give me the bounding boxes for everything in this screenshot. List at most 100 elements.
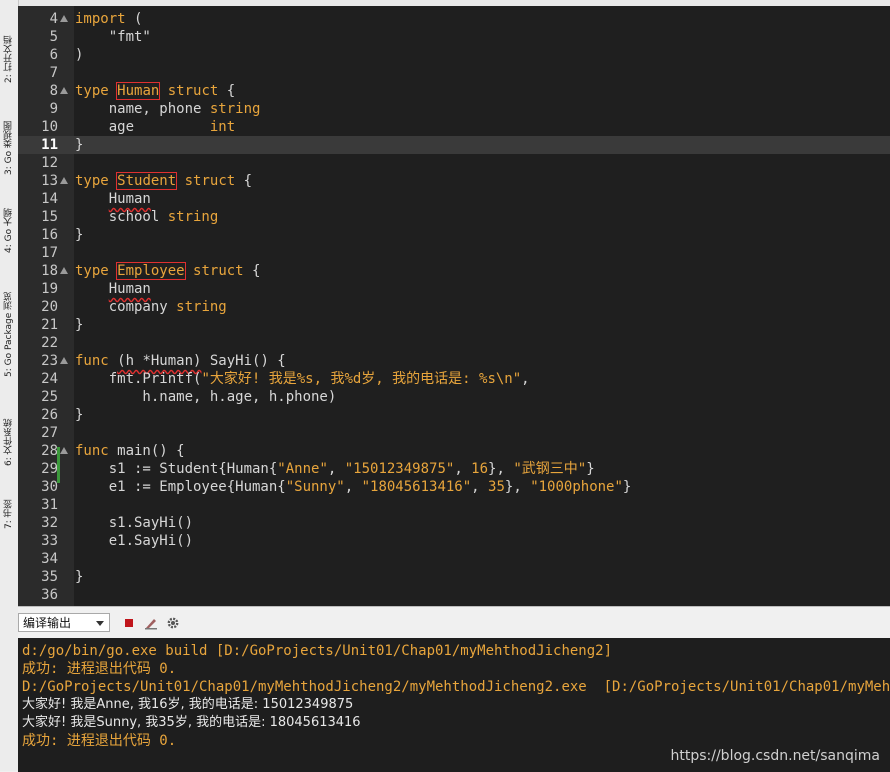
line-number: 31 bbox=[41, 497, 58, 513]
code-line[interactable]: 12 bbox=[18, 154, 890, 172]
code-text: } bbox=[75, 317, 84, 333]
line-number: 19 bbox=[41, 281, 58, 297]
code-line[interactable]: 33 e1.SayHi() bbox=[18, 532, 890, 550]
code-text: h.name, h.age, h.phone) bbox=[75, 389, 337, 405]
line-number: 20 bbox=[41, 299, 58, 315]
console-output[interactable]: https://blog.csdn.net/sanqima d:/go/bin/… bbox=[18, 638, 890, 772]
code-text: type Employee struct { bbox=[75, 262, 261, 280]
code-text: fmt.Printf("大家好! 我是%s, 我%d岁, 我的电话是: %s\n… bbox=[75, 371, 530, 387]
line-number: 14 bbox=[41, 191, 58, 207]
fold-toggle-icon[interactable] bbox=[60, 357, 68, 364]
code-line[interactable]: 20 company string bbox=[18, 298, 890, 316]
line-number: 5 bbox=[49, 29, 58, 45]
line-number: 8 bbox=[49, 83, 58, 99]
code-line[interactable]: 4 import ( bbox=[18, 10, 890, 28]
code-line[interactable]: 18 type Employee struct { bbox=[18, 262, 890, 280]
line-number: 30 bbox=[41, 479, 58, 495]
code-line[interactable]: 13 type Student struct { bbox=[18, 172, 890, 190]
code-line[interactable]: 9 name, phone string bbox=[18, 100, 890, 118]
line-number: 33 bbox=[41, 533, 58, 549]
console-line: 大家好! 我是Anne, 我16岁, 我的电话是: 15012349875 bbox=[22, 697, 354, 712]
code-line[interactable]: 27 bbox=[18, 424, 890, 442]
line-number: 34 bbox=[41, 551, 58, 567]
code-text: name, phone string bbox=[75, 101, 261, 117]
fold-toggle-icon[interactable] bbox=[60, 267, 68, 274]
tab-bookmarks[interactable]: 7: 书签 bbox=[1, 490, 17, 538]
code-line[interactable]: 10 age int bbox=[18, 118, 890, 136]
code-text: age int bbox=[75, 119, 236, 135]
fold-toggle-icon[interactable] bbox=[60, 177, 68, 184]
code-line[interactable]: 22 bbox=[18, 334, 890, 352]
code-line[interactable]: 24 fmt.Printf("大家好! 我是%s, 我%d岁, 我的电话是: %… bbox=[18, 370, 890, 388]
fold-toggle-icon[interactable] bbox=[60, 447, 68, 454]
code-line[interactable]: 31 bbox=[18, 496, 890, 514]
gear-icon[interactable] bbox=[166, 616, 180, 630]
line-number: 28 bbox=[41, 443, 58, 459]
stop-icon[interactable] bbox=[122, 616, 136, 630]
code-line[interactable]: 8 type Human struct { bbox=[18, 82, 890, 100]
output-type-select[interactable]: 编译输出 bbox=[18, 613, 110, 632]
code-line[interactable]: 25 h.name, h.age, h.phone) bbox=[18, 388, 890, 406]
code-line[interactable]: 17 bbox=[18, 244, 890, 262]
code-text: func main() { bbox=[75, 443, 185, 459]
line-number: 27 bbox=[41, 425, 58, 441]
line-number: 22 bbox=[41, 335, 58, 351]
code-line[interactable]: 28 func main() { bbox=[18, 442, 890, 460]
line-number: 18 bbox=[41, 263, 58, 279]
code-line[interactable]: 14 Human bbox=[18, 190, 890, 208]
console-line: D:/GoProjects/Unit01/Chap01/myMehthodJic… bbox=[22, 679, 890, 695]
code-text: } bbox=[75, 407, 84, 423]
fold-toggle-icon[interactable] bbox=[60, 15, 68, 22]
code-line[interactable]: 11} bbox=[18, 136, 890, 154]
code-line[interactable]: 26} bbox=[18, 406, 890, 424]
line-number: 4 bbox=[49, 11, 58, 27]
code-line[interactable]: 35} bbox=[18, 568, 890, 586]
code-line[interactable]: 16} bbox=[18, 226, 890, 244]
console-line: 成功: 进程退出代码 0. bbox=[22, 661, 177, 677]
line-number: 24 bbox=[41, 371, 58, 387]
tab-go-package-browser[interactable]: 5: Go Package 浏览 bbox=[1, 274, 17, 394]
line-number: 35 bbox=[41, 569, 58, 585]
code-line[interactable]: 15 school string bbox=[18, 208, 890, 226]
line-number: 10 bbox=[41, 119, 58, 135]
tab-go-class-view[interactable]: 3: Go 类视图 bbox=[1, 108, 17, 188]
code-line[interactable]: 19 Human bbox=[18, 280, 890, 298]
code-line[interactable]: 29 s1 := Student{Human{"Anne", "15012349… bbox=[18, 460, 890, 478]
console-line: d:/go/bin/go.exe build [D:/GoProjects/Un… bbox=[22, 643, 613, 659]
code-editor[interactable]: 4 import (5 "fmt" 6) 7 8 type Human struct {9… bbox=[18, 6, 890, 606]
line-number: 26 bbox=[41, 407, 58, 423]
output-panel: 编译输出 https://blog.csdn.net/sanqima d:/go… bbox=[18, 606, 890, 772]
code-text: school string bbox=[75, 209, 219, 225]
output-type-value: 编译输出 bbox=[23, 616, 72, 630]
code-line[interactable]: 21} bbox=[18, 316, 890, 334]
line-number: 36 bbox=[41, 587, 58, 603]
code-line[interactable]: 32 s1.SayHi() bbox=[18, 514, 890, 532]
left-tool-strip: 2: 打开文档 3: Go 类视图 4: Go 大纲 5: Go Package… bbox=[0, 0, 19, 771]
code-line[interactable]: 7 bbox=[18, 64, 890, 82]
code-line[interactable]: 36 bbox=[18, 586, 890, 604]
code-text: func (h *Human) SayHi() { bbox=[75, 353, 286, 369]
code-text: } bbox=[75, 137, 84, 153]
chevron-down-icon bbox=[96, 621, 104, 626]
line-number: 21 bbox=[41, 317, 58, 333]
code-text: type Human struct { bbox=[75, 82, 236, 100]
line-number: 15 bbox=[41, 209, 58, 225]
code-line[interactable]: 23 func (h *Human) SayHi() { bbox=[18, 352, 890, 370]
tab-file-system[interactable]: 6: 文件系统 bbox=[1, 404, 17, 480]
code-line[interactable]: 34 bbox=[18, 550, 890, 568]
line-number: 6 bbox=[49, 47, 58, 63]
code-line[interactable]: 30 e1 := Employee{Human{"Sunny", "180456… bbox=[18, 478, 890, 496]
tab-open-documents[interactable]: 2: 打开文档 bbox=[1, 20, 17, 98]
code-text: import ( bbox=[75, 11, 143, 27]
tab-go-outline[interactable]: 4: Go 大纲 bbox=[1, 198, 17, 264]
fold-toggle-icon[interactable] bbox=[60, 87, 68, 94]
code-text: company string bbox=[75, 299, 227, 315]
watermark: https://blog.csdn.net/sanqima bbox=[670, 748, 881, 764]
code-text: } bbox=[75, 227, 84, 243]
code-text: e1.SayHi() bbox=[75, 533, 194, 549]
line-number: 32 bbox=[41, 515, 58, 531]
output-toolbar: 编译输出 bbox=[18, 607, 890, 637]
clear-output-icon[interactable] bbox=[144, 616, 158, 630]
code-line[interactable]: 6) bbox=[18, 46, 890, 64]
code-line[interactable]: 5 "fmt" bbox=[18, 28, 890, 46]
